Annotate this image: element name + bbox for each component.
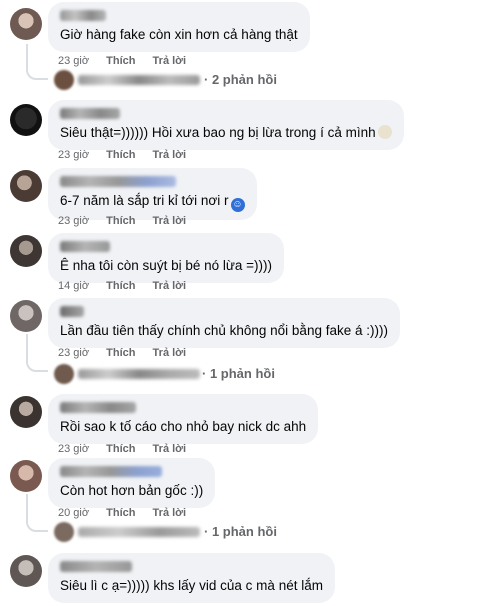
smile-icon xyxy=(377,125,392,139)
comment-bubble: Giờ hàng fake còn xin hơn cả hàng thật xyxy=(48,2,310,52)
thread-line xyxy=(26,44,48,80)
comment-text: Rồi sao k tố cáo cho nhỏ bay nick dc ahh xyxy=(60,419,307,434)
timestamp[interactable]: 23 giờ xyxy=(58,55,89,67)
reply-author-names xyxy=(78,75,200,85)
comment-actions: 23 giờ Thích Trả lời xyxy=(58,149,200,161)
author-name[interactable] xyxy=(60,176,176,187)
comment-actions: 20 giờ Thích Trả lời xyxy=(58,507,200,519)
timestamp[interactable]: 20 giờ xyxy=(58,507,89,519)
comment-text: Lần đầu tiên thấy chính chủ không nổi bằ… xyxy=(60,323,388,338)
reply-author-names xyxy=(78,369,200,379)
comment-actions: 23 giờ Thích Trả lời xyxy=(58,443,200,455)
comment-text-body: 6-7 năm là sắp tri kỉ tới nơi r xyxy=(60,193,229,208)
reply-avatar xyxy=(54,70,74,90)
avatar[interactable] xyxy=(10,235,42,267)
comment-bubble: Lần đầu tiên thấy chính chủ không nổi bằ… xyxy=(48,298,400,348)
comment-bubble: Siêu lì c ạ=))))) khs lấy vid của c mà n… xyxy=(48,553,335,603)
author-name[interactable] xyxy=(60,108,120,119)
avatar[interactable] xyxy=(10,555,42,587)
comment-text: Giờ hàng fake còn xin hơn cả hàng thật xyxy=(60,27,298,42)
clown-icon: ☺ xyxy=(230,198,245,212)
reply-count[interactable]: · 2 phản hồi xyxy=(204,72,277,87)
comment-text: Siêu thật=)))))) Hồi xưa bao ng bị lừa t… xyxy=(60,124,392,142)
reply-count[interactable]: · 1 phản hồi xyxy=(204,524,277,539)
author-name[interactable] xyxy=(60,241,110,252)
avatar[interactable] xyxy=(10,170,42,202)
author-name[interactable] xyxy=(60,306,84,317)
comment-bubble: Còn hot hơn bản gốc :)) xyxy=(48,458,216,508)
comment-actions: 23 giờ Thích Trả lời xyxy=(58,55,200,67)
thread-line xyxy=(26,494,48,532)
reply-button[interactable]: Trả lời xyxy=(153,347,187,359)
avatar[interactable] xyxy=(10,300,42,332)
author-name[interactable] xyxy=(60,402,136,413)
comment-text: Ê nha tôi còn suýt bị bé nó lừa =)))) xyxy=(60,258,273,273)
avatar[interactable] xyxy=(10,8,42,40)
author-name[interactable] xyxy=(60,466,162,477)
like-button[interactable]: Thích xyxy=(106,280,135,292)
comment-text: Siêu lì c ạ=))))) khs lấy vid của c mà n… xyxy=(60,578,323,593)
comment-actions: 23 giờ Thích Trả lời xyxy=(58,347,200,359)
timestamp[interactable]: 23 giờ xyxy=(58,149,89,161)
comment-bubble: Siêu thật=)))))) Hồi xưa bao ng bị lừa t… xyxy=(48,100,404,150)
reply-button[interactable]: Trả lời xyxy=(153,280,187,292)
timestamp[interactable]: 23 giờ xyxy=(58,347,89,359)
comment-text-body: Siêu thật=)))))) Hồi xưa bao ng bị lừa t… xyxy=(60,125,376,140)
reply-button[interactable]: Trả lời xyxy=(153,443,187,455)
comment-actions: 23 giờ Thích Trả lời xyxy=(58,215,200,227)
avatar[interactable] xyxy=(10,396,42,428)
reply-count[interactable]: · 1 phản hồi xyxy=(202,366,275,381)
reply-avatar xyxy=(54,364,74,384)
like-button[interactable]: Thích xyxy=(106,507,135,519)
thread-line xyxy=(26,334,48,372)
avatar[interactable] xyxy=(10,460,42,492)
like-button[interactable]: Thích xyxy=(106,215,135,227)
reply-button[interactable]: Trả lời xyxy=(153,215,187,227)
timestamp[interactable]: 14 giờ xyxy=(58,280,89,292)
comment-actions: 14 giờ Thích Trả lời xyxy=(58,280,200,292)
comment-bubble: 6-7 năm là sắp tri kỉ tới nơi r ☺ xyxy=(48,168,257,220)
comment-text: 6-7 năm là sắp tri kỉ tới nơi r ☺ xyxy=(60,192,245,212)
reply-button[interactable]: Trả lời xyxy=(153,149,187,161)
comment-bubble: Ê nha tôi còn suýt bị bé nó lừa =)))) xyxy=(48,233,285,283)
timestamp[interactable]: 23 giờ xyxy=(58,215,89,227)
reply-button[interactable]: Trả lời xyxy=(153,55,187,67)
author-name[interactable] xyxy=(60,10,106,21)
avatar[interactable] xyxy=(10,104,42,136)
like-button[interactable]: Thích xyxy=(106,55,135,67)
like-button[interactable]: Thích xyxy=(106,149,135,161)
like-button[interactable]: Thích xyxy=(106,443,135,455)
comment-bubble: Rồi sao k tố cáo cho nhỏ bay nick dc ahh xyxy=(48,394,319,444)
comment-text: Còn hot hơn bản gốc :)) xyxy=(60,483,204,498)
reply-author-names xyxy=(78,527,200,537)
like-button[interactable]: Thích xyxy=(106,347,135,359)
timestamp[interactable]: 23 giờ xyxy=(58,443,89,455)
reply-button[interactable]: Trả lời xyxy=(153,507,187,519)
reply-avatar xyxy=(54,522,74,542)
author-name[interactable] xyxy=(60,561,132,572)
